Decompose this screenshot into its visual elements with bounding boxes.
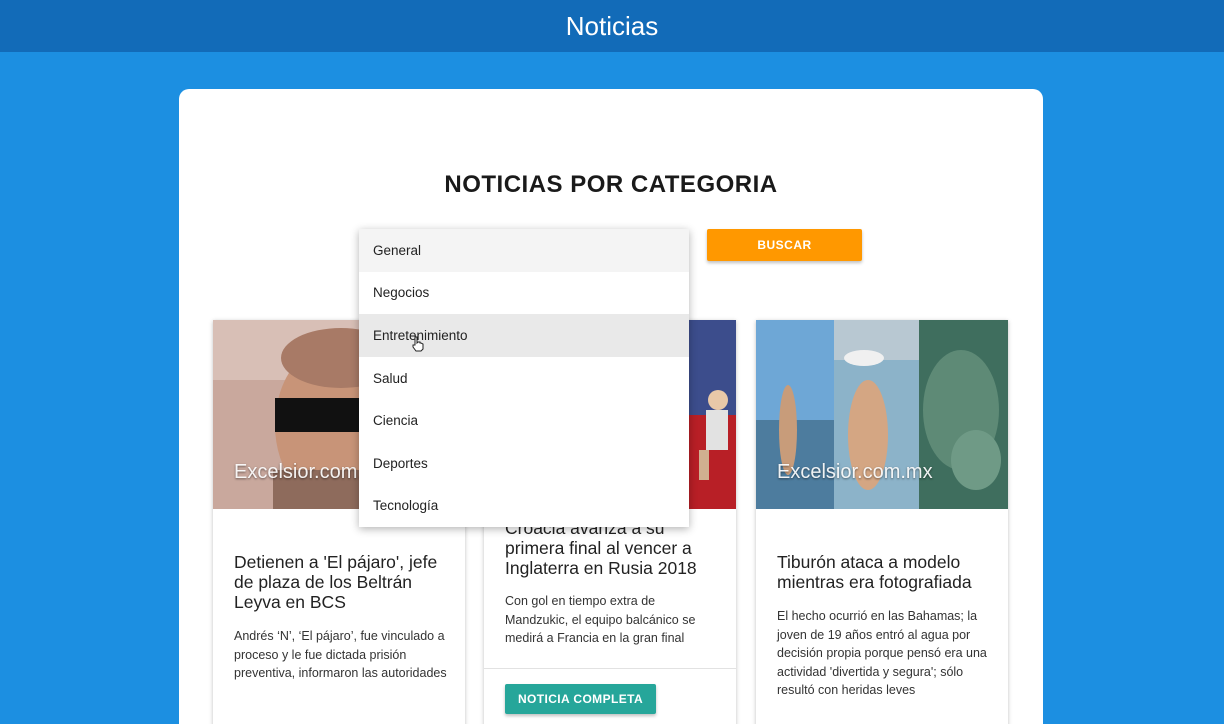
card-divider [484,668,736,669]
news-description: El hecho ocurrió en las Bahamas; la jove… [777,609,987,697]
news-description: Andrés ‘N’, ‘El pájaro’, fue vinculado a… [234,629,447,680]
search-button[interactable]: BUSCAR [707,229,862,261]
image-watermark: Excelsior.com.mx [777,461,933,483]
news-title[interactable]: Tiburón ataca a modelo mientras era foto… [777,552,992,592]
main-panel: NOTICIAS POR CATEGORIA BUSCAR Excelsior.… [179,89,1043,724]
full-story-button[interactable]: NOTICIA COMPLETA [505,684,656,714]
category-option-tecnologia[interactable]: Tecnología [359,485,689,528]
category-option-entretenimiento[interactable]: Entretenimiento [359,314,689,357]
category-option-deportes[interactable]: Deportes [359,442,689,485]
news-image: Excelsior.com.mx [756,320,1008,509]
hand-cursor-icon [412,336,424,352]
category-dropdown[interactable]: General Negocios Entretenimiento Salud C… [359,229,689,527]
category-option-salud[interactable]: Salud [359,357,689,400]
news-title[interactable]: Detienen a 'El pájaro', jefe de plaza de… [234,552,449,612]
category-option-ciencia[interactable]: Ciencia [359,399,689,442]
news-card: Excelsior.com.mx Tiburón ataca a modelo … [756,320,1008,724]
category-option-general[interactable]: General [359,229,689,272]
top-bar: Noticias [0,0,1224,52]
news-description: Con gol en tiempo extra de Mandzukic, el… [505,594,696,645]
page-title: NOTICIAS POR CATEGORIA [444,171,778,198]
category-option-negocios[interactable]: Negocios [359,272,689,315]
app-title: Noticias [565,10,659,41]
